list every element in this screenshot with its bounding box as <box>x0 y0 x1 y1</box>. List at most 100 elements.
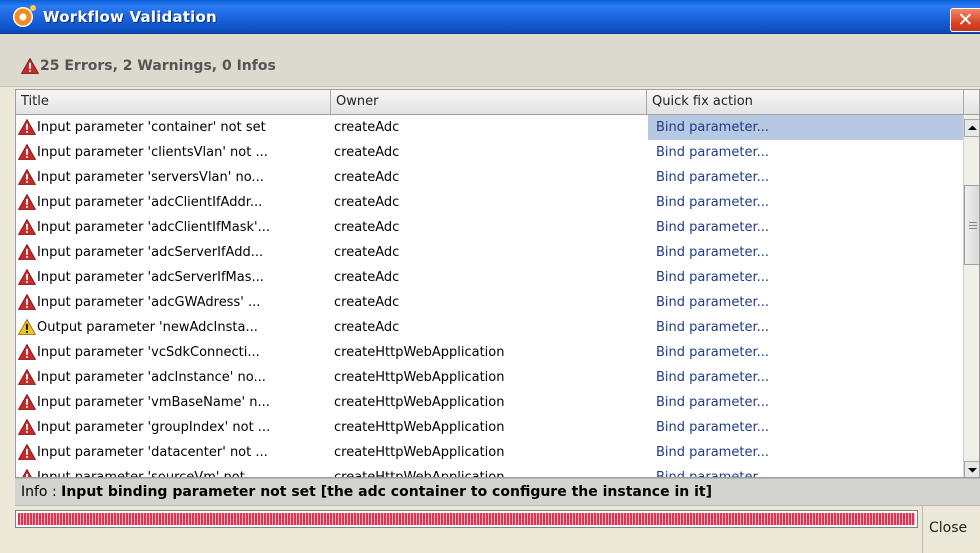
table-row[interactable]: Input parameter 'vcSdkConnecti... createH… <box>16 340 963 365</box>
progress-fill <box>18 513 915 525</box>
table-body: Input parameter 'container' not set creat… <box>16 115 963 478</box>
validation-summary: 25 Errors, 2 Warnings, 0 Infos <box>0 34 980 87</box>
quick-fix-link[interactable]: Bind parameter... <box>648 215 963 240</box>
error-triangle-icon <box>18 294 36 310</box>
table-header: Title Owner Quick fix action <box>16 90 979 115</box>
error-triangle-icon <box>18 419 36 435</box>
quick-fix-link[interactable]: Bind parameter... <box>648 365 963 390</box>
quick-fix-link[interactable]: Bind parameter... <box>648 265 963 290</box>
row-owner: createAdc <box>334 120 400 135</box>
row-owner: createHttpWebApplication <box>334 420 505 435</box>
quick-fix-link[interactable]: Bind parameter... <box>648 240 963 265</box>
table-row[interactable]: Input parameter 'vmBaseName' n... createH… <box>16 390 963 415</box>
app-icon <box>13 5 36 27</box>
row-title: Input parameter 'clientsVlan' not ... <box>37 145 268 160</box>
error-triangle-icon <box>18 394 36 410</box>
table-row[interactable]: Input parameter 'groupIndex' not ... crea… <box>16 415 963 440</box>
progress-bar <box>15 510 918 528</box>
error-triangle-icon <box>18 369 36 385</box>
table-row[interactable]: Input parameter 'adcClientIfAddr... creat… <box>16 190 963 215</box>
row-owner: createHttpWebApplication <box>334 445 505 460</box>
quick-fix-link[interactable]: Bind parameter... <box>648 440 963 465</box>
error-triangle-icon <box>21 58 39 74</box>
error-triangle-icon <box>18 194 36 210</box>
row-title: Input parameter 'container' not set <box>37 120 266 135</box>
row-owner: createHttpWebApplication <box>334 370 505 385</box>
row-title: Input parameter 'vcSdkConnecti... <box>37 345 260 360</box>
error-triangle-icon <box>18 144 36 160</box>
scroll-up-button[interactable] <box>964 119 979 137</box>
column-header-quick-fix[interactable]: Quick fix action <box>647 90 964 115</box>
row-owner: createHttpWebApplication <box>334 395 505 410</box>
table-row[interactable]: Input parameter 'datacenter' not ... crea… <box>16 440 963 465</box>
column-header-owner[interactable]: Owner <box>331 90 647 115</box>
table-row[interactable]: Input parameter 'adcServerIfMas... create… <box>16 265 963 290</box>
row-title: Input parameter 'datacenter' not ... <box>37 445 268 460</box>
table-row[interactable]: Input parameter 'sourceVm' not ... create… <box>16 465 963 478</box>
info-bar: Info : Input binding parameter not set [… <box>15 478 980 506</box>
row-owner: createAdc <box>334 145 400 160</box>
info-label: Info : <box>21 484 62 500</box>
row-owner: createAdc <box>334 270 400 285</box>
summary-text: 25 Errors, 2 Warnings, 0 Infos <box>40 58 276 74</box>
window-title: Workflow Validation <box>43 8 217 26</box>
table-row[interactable]: Input parameter 'clientsVlan' not ... cre… <box>16 140 963 165</box>
row-owner: createAdc <box>334 320 400 335</box>
row-owner: createHttpWebApplication <box>334 345 505 360</box>
title-bar: Workflow Validation ✕ <box>0 0 980 34</box>
scroll-down-button[interactable] <box>964 461 979 477</box>
row-owner: createAdc <box>334 245 400 260</box>
quick-fix-link[interactable]: Bind parameter... <box>648 415 963 440</box>
info-message: Input binding parameter not set [the adc… <box>61 484 713 500</box>
quick-fix-link[interactable]: Bind parameter... <box>648 140 963 165</box>
row-title: Input parameter 'groupIndex' not ... <box>37 420 271 435</box>
quick-fix-link[interactable]: Bind parameter... <box>648 340 963 365</box>
table-row[interactable]: Output parameter 'newAdcInsta... createAd… <box>16 315 963 340</box>
row-title: Input parameter 'adcClientIfAddr... <box>37 195 263 210</box>
close-button[interactable]: Close <box>922 506 980 553</box>
row-title: Input parameter 'adcServerIfMas... <box>37 270 264 285</box>
error-triangle-icon <box>18 269 36 285</box>
row-title: Input parameter 'serversVlan' no... <box>37 170 264 185</box>
row-owner: createAdc <box>334 170 400 185</box>
validation-table: Title Owner Quick fix action Input param… <box>15 89 980 478</box>
error-triangle-icon <box>18 119 36 135</box>
quick-fix-link[interactable]: Bind parameter... <box>648 190 963 215</box>
error-triangle-icon <box>18 444 36 460</box>
vertical-scrollbar[interactable] <box>963 115 979 477</box>
quick-fix-link[interactable]: Bind parameter... <box>648 290 963 315</box>
row-owner: createHttpWebApplication <box>334 470 505 478</box>
table-row[interactable]: Input parameter 'adcInstance' no... creat… <box>16 365 963 390</box>
row-owner: createAdc <box>334 220 400 235</box>
error-triangle-icon <box>18 344 36 360</box>
row-owner: createAdc <box>334 195 400 210</box>
quick-fix-link[interactable]: Bind parameter... <box>648 315 963 340</box>
column-header-title[interactable]: Title <box>16 90 331 115</box>
row-title: Input parameter 'adcInstance' no... <box>37 370 266 385</box>
arrow-down-icon <box>968 468 977 473</box>
warning-triangle-icon <box>18 319 36 335</box>
quick-fix-link[interactable]: Bind parameter... <box>648 390 963 415</box>
arrow-up-icon <box>968 125 977 130</box>
row-owner: createAdc <box>334 295 400 310</box>
row-title: Input parameter 'adcGWAdress' ... <box>37 295 261 310</box>
error-triangle-icon <box>22 469 32 477</box>
quick-fix-link[interactable]: Bind parameter... <box>648 165 963 190</box>
quick-fix-link[interactable]: Bind parameter... <box>648 465 963 477</box>
window-close-button[interactable]: ✕ <box>950 8 980 32</box>
row-title: Output parameter 'newAdcInsta... <box>37 320 258 335</box>
row-title: Input parameter 'adcServerIfAdd... <box>37 245 264 260</box>
error-triangle-icon <box>18 219 36 235</box>
table-row[interactable]: Input parameter 'adcClientIfMask'... crea… <box>16 215 963 240</box>
table-row[interactable]: Input parameter 'adcGWAdress' ... createA… <box>16 290 963 315</box>
row-title: Input parameter 'sourceVm' not ... <box>37 470 262 478</box>
row-title: Input parameter 'adcClientIfMask'... <box>37 220 270 235</box>
row-title: Input parameter 'vmBaseName' n... <box>37 395 270 410</box>
table-row[interactable]: Input parameter 'container' not set creat… <box>16 115 963 140</box>
error-triangle-icon <box>18 244 36 260</box>
error-triangle-icon <box>18 169 36 185</box>
table-row[interactable]: Input parameter 'serversVlan' no... creat… <box>16 165 963 190</box>
scroll-thumb[interactable] <box>964 185 979 265</box>
table-row[interactable]: Input parameter 'adcServerIfAdd... create… <box>16 240 963 265</box>
quick-fix-link[interactable]: Bind parameter... <box>648 115 963 140</box>
